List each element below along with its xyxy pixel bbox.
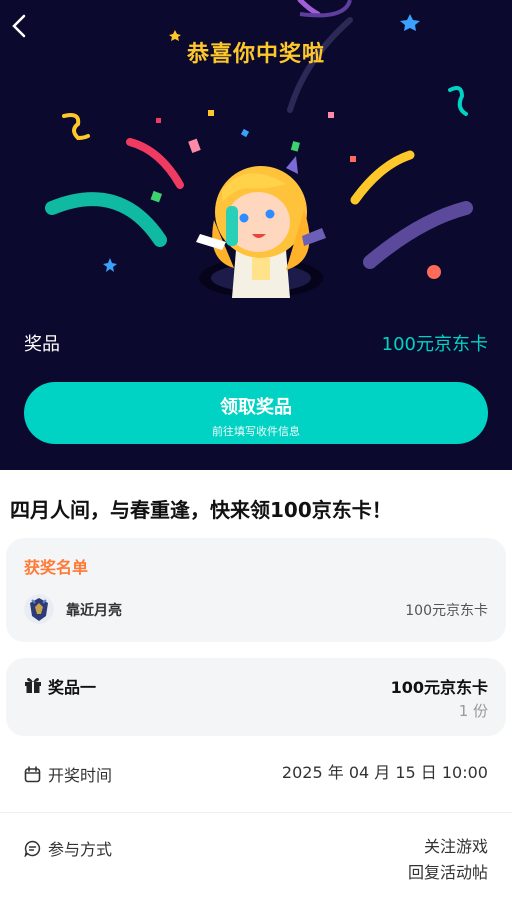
- calendar-icon: [24, 766, 41, 783]
- prize-one-value: 100元京东卡: [390, 678, 488, 697]
- chat-bubble-icon: [24, 840, 41, 858]
- method-follow-game: 关注游戏: [423, 837, 488, 856]
- prize-value: 100元京东卡: [381, 334, 488, 355]
- prize-one-quantity: 1 份: [458, 702, 488, 720]
- avatar[interactable]: [24, 594, 54, 624]
- hero-title: 恭喜你中奖啦: [186, 42, 325, 67]
- event-headline: 四月人间，与春重逢，快来领100京东卡！: [10, 498, 392, 522]
- claim-prize-button[interactable]: 领取奖品 前往填写收件信息: [24, 382, 488, 444]
- winner-name: 靠近月亮: [66, 603, 122, 619]
- prize-label: 奖品: [24, 334, 60, 355]
- claim-prize-label: 领取奖品: [220, 397, 292, 418]
- participation-label: 参与方式: [48, 840, 113, 859]
- draw-time-row: 开奖时间 2025 年 04 月 15 日 10:00: [0, 762, 512, 792]
- draw-time-label: 开奖时间: [48, 766, 113, 785]
- winner-prize: 100元京东卡: [405, 603, 488, 619]
- gift-icon: [24, 676, 42, 694]
- prize-one-label: 奖品一: [48, 678, 97, 697]
- participation-methods: 关注游戏 回复活动帖: [408, 834, 488, 886]
- winners-title: 获奖名单: [24, 558, 89, 577]
- method-reply-post: 回复活动帖: [407, 863, 488, 882]
- participation-row: 参与方式 关注游戏 回复活动帖: [0, 836, 512, 892]
- winners-card: 获奖名单 靠近月亮 100元京东卡: [6, 538, 506, 642]
- claim-prize-subtext: 前往填写收件信息: [212, 425, 300, 438]
- hero-banner: 恭喜你中奖啦 奖品 100元京东卡 领取奖品 前往填写收件信息: [0, 0, 512, 470]
- mascot-illustration: [196, 156, 326, 298]
- prize-one-card: 奖品一 100元京东卡 1 份: [6, 658, 506, 736]
- divider: [0, 812, 512, 813]
- draw-time-value: 2025 年 04 月 15 日 10:00: [281, 763, 488, 782]
